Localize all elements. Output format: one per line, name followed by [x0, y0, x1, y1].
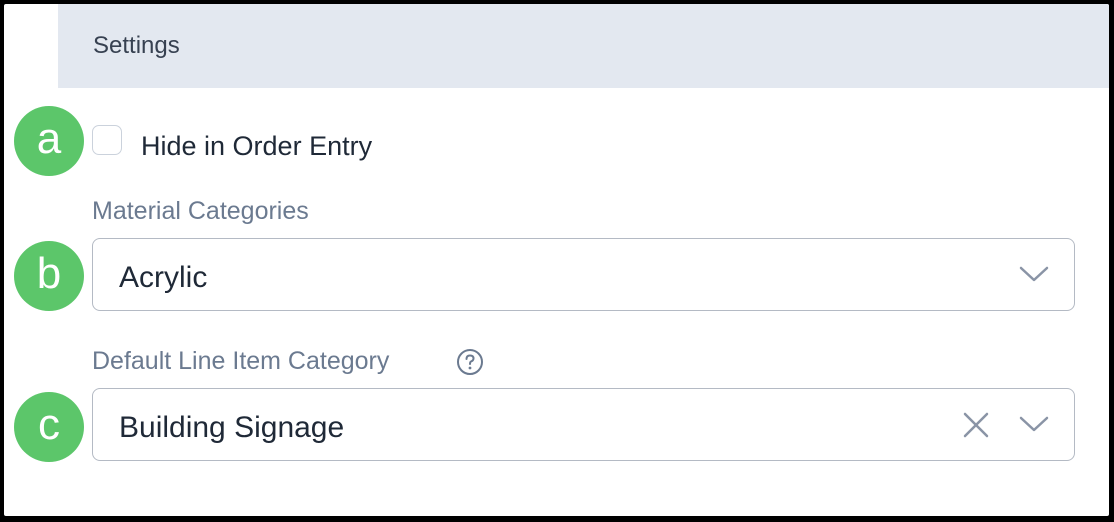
default-line-item-category-select[interactable]: Building Signage: [92, 388, 1075, 461]
material-categories-value: Acrylic: [119, 261, 208, 294]
hide-in-order-entry-label[interactable]: Hide in Order Entry: [141, 131, 372, 162]
default-line-item-category-value: Building Signage: [119, 411, 345, 444]
annotation-marker-a: a: [14, 106, 84, 176]
annotation-marker-b-letter: b: [36, 249, 62, 298]
material-categories-select[interactable]: Acrylic: [92, 238, 1075, 311]
chevron-down-icon[interactable]: [1018, 263, 1050, 285]
settings-panel: Settings a Hide in Order Entry Material …: [4, 4, 1109, 516]
hide-in-order-entry-checkbox[interactable]: [92, 125, 122, 155]
material-categories-label: Material Categories: [92, 197, 309, 225]
settings-title: Settings: [93, 32, 180, 59]
annotation-marker-c-letter: c: [38, 400, 60, 449]
settings-header: Settings: [58, 4, 1109, 88]
default-line-item-category-label: Default Line Item Category: [92, 347, 390, 375]
annotation-marker-c: c: [14, 392, 84, 462]
annotation-marker-b: b: [14, 241, 84, 311]
chevron-down-icon[interactable]: [1018, 413, 1050, 435]
close-icon[interactable]: [961, 410, 991, 440]
question-circle-icon[interactable]: [456, 348, 484, 376]
annotation-marker-a-letter: a: [36, 114, 62, 163]
